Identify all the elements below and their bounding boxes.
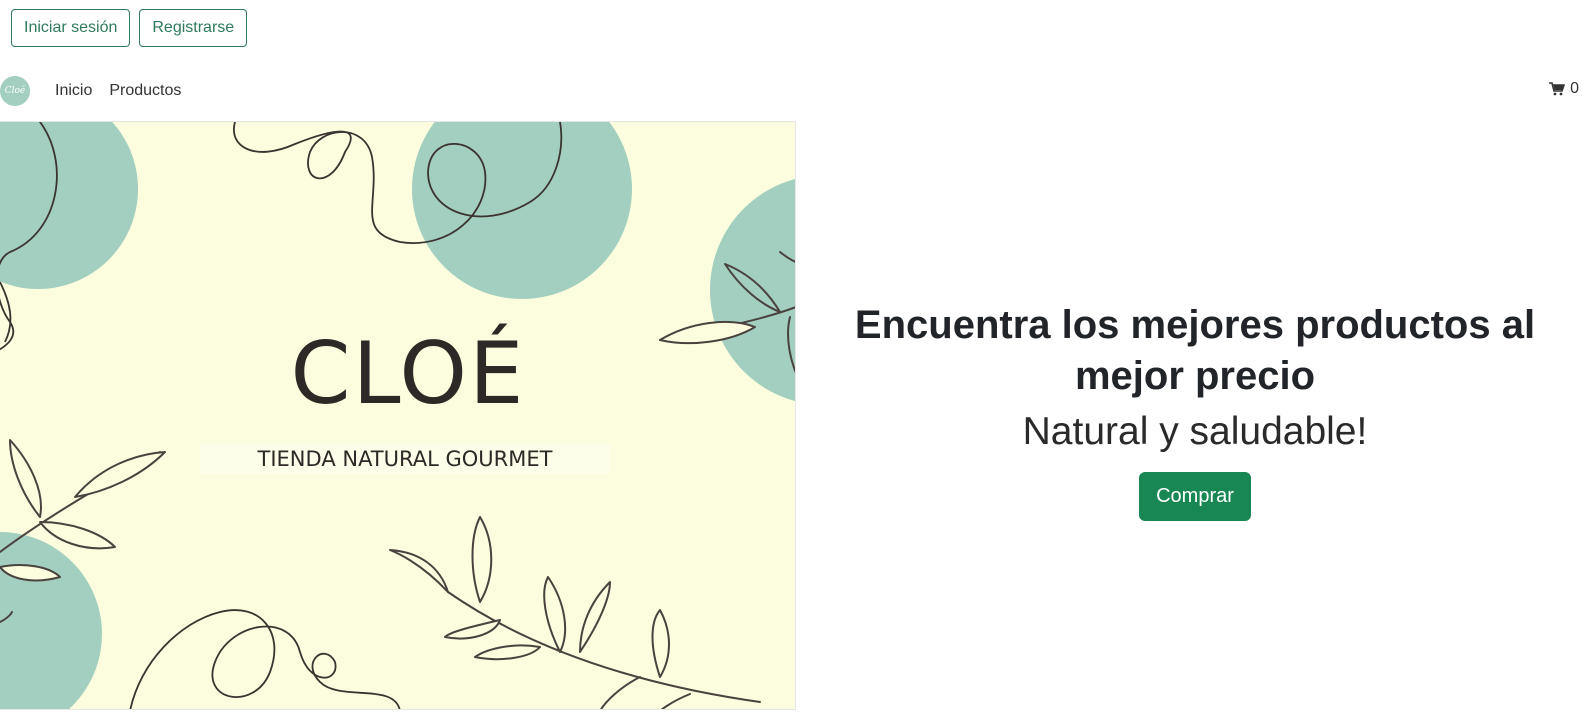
shopping-cart-icon: [1549, 82, 1566, 96]
banner-brand: CLOÉ: [290, 324, 526, 424]
nav-link-productos[interactable]: Productos: [109, 80, 181, 102]
register-button[interactable]: Registrarse: [139, 9, 248, 47]
navbar: Cloé Inicio Productos 0: [0, 74, 1594, 108]
nav-link-inicio[interactable]: Inicio: [55, 80, 92, 102]
hero-text: Encuentra los mejores productos al mejor…: [830, 300, 1560, 521]
auth-bar: Iniciar sesión Registrarse: [11, 9, 248, 47]
comprar-button[interactable]: Comprar: [1139, 472, 1251, 521]
hero-banner-image: CLOÉ TIENDA NATURAL GOURMET: [0, 121, 796, 710]
banner-tagline: TIENDA NATURAL GOURMET: [200, 444, 610, 474]
hero-subtitle: Natural y saludable!: [1022, 410, 1368, 453]
brand-logo[interactable]: Cloé: [0, 76, 30, 106]
hero-title: Encuentra los mejores productos al mejor…: [854, 303, 1536, 398]
login-button[interactable]: Iniciar sesión: [11, 9, 131, 47]
nav-links: Inicio Productos: [55, 80, 181, 102]
cart-count: 0: [1570, 80, 1579, 97]
cart-link[interactable]: 0: [1549, 80, 1579, 98]
